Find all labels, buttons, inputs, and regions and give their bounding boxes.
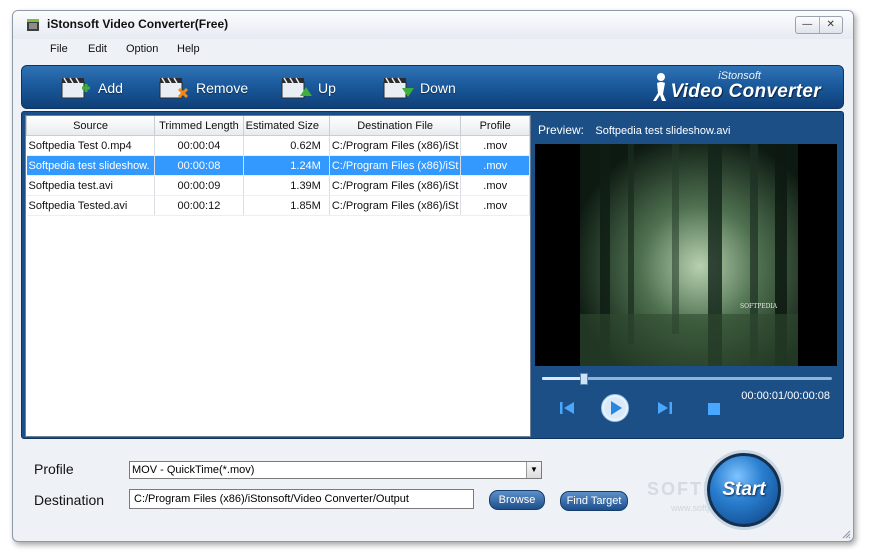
down-button[interactable]: Down <box>382 74 456 102</box>
cell-destination-file: C:/Program Files (x86)/iSt <box>329 175 462 196</box>
film-up-icon <box>281 77 312 99</box>
preview-header: Preview: Softpedia test slideshow.avi <box>538 123 731 137</box>
menu-bar: File Edit Option Help <box>13 39 853 61</box>
cell-destination-file: C:/Program Files (x86)/iSt <box>329 195 462 216</box>
cell-trimmed-length: 00:00:04 <box>154 135 244 156</box>
menu-option[interactable]: Option <box>126 43 158 55</box>
title-bar[interactable]: iStonsoft Video Converter(Free) — ✕ <box>13 11 853 39</box>
cell-trimmed-length: 00:00:08 <box>154 155 244 176</box>
cell-destination-file: C:/Program Files (x86)/iSt <box>329 135 462 156</box>
cell-profile: .mov <box>460 135 530 156</box>
column-header-source[interactable]: Source <box>25 116 156 136</box>
table-header-row: Source Trimmed Length Estimated Size Des… <box>25 116 530 136</box>
cell-profile: .mov <box>460 195 530 216</box>
next-icon[interactable] <box>656 399 674 417</box>
brand-large-text: Video Converter <box>670 81 821 102</box>
remove-button[interactable]: Remove <box>158 74 248 102</box>
window-controls: — ✕ <box>795 16 843 34</box>
destination-label: Destination <box>34 492 105 508</box>
menu-help[interactable]: Help <box>177 43 200 55</box>
add-button[interactable]: Add <box>60 74 123 102</box>
menu-file[interactable]: File <box>50 43 68 55</box>
preview-label: Preview: <box>538 123 585 137</box>
table-row[interactable]: Softpedia test slideshow. 00:00:08 1.24M… <box>26 155 530 176</box>
film-add-icon <box>61 77 90 99</box>
video-screen[interactable]: SOFTPEDIA <box>535 144 837 366</box>
remove-label: Remove <box>196 80 249 96</box>
cell-estimated-size: 0.62M <box>243 135 330 156</box>
seek-progress <box>542 377 583 380</box>
cell-estimated-size: 1.39M <box>243 175 330 196</box>
close-button[interactable]: ✕ <box>818 17 843 33</box>
person-icon <box>653 73 666 101</box>
cell-estimated-size: 1.24M <box>243 155 330 176</box>
film-down-icon <box>383 77 414 99</box>
seek-bar[interactable] <box>542 373 832 385</box>
toolbar: Add Remove Up Down iStonsoft Video Conve… <box>21 65 844 109</box>
output-settings: Profile MOV - QuickTime(*.mov) ▼ Destina… <box>13 443 853 541</box>
cell-source: Softpedia test.avi <box>26 175 156 196</box>
column-header-profile[interactable]: Profile <box>460 116 530 136</box>
table-row[interactable]: Softpedia test.avi 00:00:09 1.39M C:/Pro… <box>26 175 530 196</box>
find-target-button[interactable]: Find Target <box>560 491 628 511</box>
main-panel: Source Trimmed Length Estimated Size Des… <box>21 111 844 439</box>
previous-icon[interactable] <box>558 399 576 417</box>
table-row[interactable]: Softpedia Tested.avi 00:00:12 1.85M C:/P… <box>26 195 530 216</box>
cell-profile: .mov <box>460 175 530 196</box>
file-table: Source Trimmed Length Estimated Size Des… <box>25 116 530 216</box>
timecode: 00:00:01/00:00:08 <box>741 390 830 402</box>
cell-source: Softpedia test slideshow. <box>26 155 156 176</box>
minimize-button[interactable]: — <box>796 17 819 33</box>
column-header-trimmed-length[interactable]: Trimmed Length <box>154 116 244 136</box>
menu-edit[interactable]: Edit <box>88 43 107 55</box>
app-icon <box>27 19 39 31</box>
destination-input[interactable]: C:/Program Files (x86)/iStonsoft/Video C… <box>129 489 474 509</box>
seek-thumb[interactable] <box>579 373 588 385</box>
cell-trimmed-length: 00:00:12 <box>154 195 244 216</box>
preview-file-name: Softpedia test slideshow.avi <box>595 125 731 137</box>
play-icon[interactable] <box>600 393 630 423</box>
up-button[interactable]: Up <box>280 74 336 102</box>
cell-trimmed-length: 00:00:09 <box>154 175 244 196</box>
video-frame: SOFTPEDIA <box>580 144 798 366</box>
file-list[interactable]: Source Trimmed Length Estimated Size Des… <box>25 115 531 437</box>
column-header-estimated-size[interactable]: Estimated Size <box>242 116 330 136</box>
cell-source: Softpedia Tested.avi <box>26 195 156 216</box>
cell-destination-file: C:/Program Files (x86)/iSt <box>329 155 462 176</box>
cell-estimated-size: 1.85M <box>243 195 330 216</box>
video-caption: SOFTPEDIA <box>740 303 778 310</box>
start-button[interactable]: Start <box>707 453 781 527</box>
profile-select-value: MOV - QuickTime(*.mov) <box>132 464 255 476</box>
table-row[interactable]: Softpedia Test 0.mp4 00:00:04 0.62M C:/P… <box>26 135 530 156</box>
profile-label: Profile <box>34 461 74 477</box>
film-remove-icon <box>159 77 189 99</box>
brand-logo: iStonsoft Video Converter <box>621 70 821 104</box>
chevron-down-icon[interactable]: ▼ <box>526 462 541 478</box>
app-window: iStonsoft Video Converter(Free) — ✕ File… <box>12 10 854 542</box>
window-title: iStonsoft Video Converter(Free) <box>47 17 229 31</box>
profile-select[interactable]: MOV - QuickTime(*.mov) ▼ <box>129 461 542 479</box>
cell-profile: .mov <box>460 155 530 176</box>
column-header-destination-file[interactable]: Destination File <box>328 116 462 136</box>
up-label: Up <box>318 80 336 96</box>
cell-source: Softpedia Test 0.mp4 <box>26 135 156 156</box>
add-label: Add <box>98 80 123 96</box>
stop-icon[interactable] <box>708 403 720 415</box>
resize-grip-icon[interactable] <box>841 529 851 539</box>
down-label: Down <box>420 80 456 96</box>
preview-panel: Preview: Softpedia test slideshow.avi SO… <box>532 115 840 435</box>
browse-button[interactable]: Browse <box>489 490 545 510</box>
